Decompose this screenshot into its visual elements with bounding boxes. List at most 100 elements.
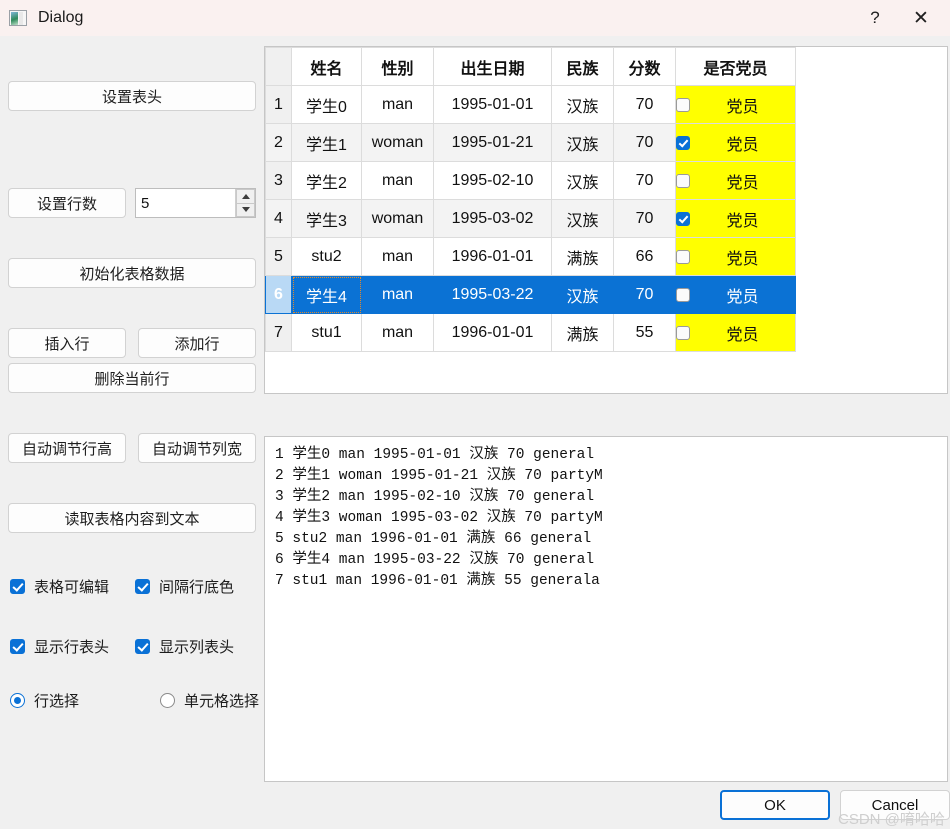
auto-fit-row-height-button[interactable]: 自动调节行高	[8, 433, 126, 463]
table-corner-cell[interactable]	[265, 47, 292, 86]
cell-name[interactable]: 学生0	[291, 85, 362, 124]
cancel-button[interactable]: Cancel	[840, 790, 950, 820]
read-table-to-text-button[interactable]: 读取表格内容到文本	[8, 503, 256, 533]
checkbox-show-column-header[interactable]: 显示列表头	[135, 636, 234, 657]
table-content-textarea[interactable]: 1 学生0 man 1995-01-01 汉族 70 general 2 学生1…	[264, 436, 948, 782]
insert-row-button[interactable]: 插入行	[8, 328, 126, 358]
cell-birth[interactable]: 1995-01-21	[433, 123, 552, 162]
cell-score[interactable]: 70	[613, 199, 676, 238]
column-header-party[interactable]: 是否党员	[675, 47, 796, 86]
cell-name[interactable]: 学生4	[291, 275, 362, 314]
cell-birth[interactable]: 1995-01-01	[433, 85, 552, 124]
student-table-container[interactable]: 姓名 性别 出生日期 民族 分数 是否党员 1 学生0 man 1995-01-01 汉…	[264, 46, 948, 394]
checkbox-icon[interactable]	[10, 579, 25, 594]
column-header-name[interactable]: 姓名	[291, 47, 362, 86]
cell-ethnic[interactable]: 满族	[551, 313, 614, 352]
row-count-value[interactable]: 5	[136, 195, 235, 212]
close-icon[interactable]: ✕	[898, 0, 944, 36]
cell-sex[interactable]: woman	[361, 123, 434, 162]
cell-name[interactable]: 学生3	[291, 199, 362, 238]
column-header-ethnic[interactable]: 民族	[551, 47, 614, 86]
cell-sex[interactable]: man	[361, 313, 434, 352]
cell-ethnic[interactable]: 汉族	[551, 161, 614, 200]
cell-ethnic[interactable]: 汉族	[551, 199, 614, 238]
cell-sex[interactable]: man	[361, 85, 434, 124]
cell-ethnic[interactable]: 汉族	[551, 85, 614, 124]
cell-score[interactable]: 66	[613, 237, 676, 276]
table-row[interactable]: 5 stu2 man 1996-01-01 满族 66 党员	[265, 237, 796, 276]
cell-party[interactable]: 党员	[675, 199, 796, 238]
cell-party[interactable]: 党员	[675, 85, 796, 124]
checkbox-alternating-row-color[interactable]: 间隔行底色	[135, 576, 234, 597]
table-row[interactable]: 6 学生4 man 1995-03-22 汉族 70 党员	[265, 275, 796, 314]
cell-score[interactable]: 70	[613, 123, 676, 162]
append-row-button[interactable]: 添加行	[138, 328, 256, 358]
row-count-stepper[interactable]: 5	[135, 188, 256, 218]
cell-score[interactable]: 70	[613, 161, 676, 200]
ok-button[interactable]: OK	[720, 790, 830, 820]
radio-icon[interactable]	[160, 693, 175, 708]
checkbox-icon[interactable]	[135, 579, 150, 594]
cell-score[interactable]: 70	[613, 85, 676, 124]
cell-score[interactable]: 55	[613, 313, 676, 352]
table-row[interactable]: 2 学生1 woman 1995-01-21 汉族 70 党员	[265, 123, 796, 162]
cell-name[interactable]: stu1	[291, 313, 362, 352]
row-header-cell[interactable]: 3	[265, 161, 292, 200]
stepper-arrows[interactable]	[235, 189, 255, 217]
set-header-button[interactable]: 设置表头	[8, 81, 256, 111]
checkbox-table-editable[interactable]: 表格可编辑	[10, 576, 109, 597]
init-table-data-button[interactable]: 初始化表格数据	[8, 258, 256, 288]
row-header-cell[interactable]: 1	[265, 85, 292, 124]
cell-party[interactable]: 党员	[675, 161, 796, 200]
set-row-count-button[interactable]: 设置行数	[8, 188, 126, 218]
party-checkbox-icon[interactable]	[676, 287, 690, 302]
row-header-cell[interactable]: 7	[265, 313, 292, 352]
checkbox-icon[interactable]	[10, 639, 25, 654]
column-header-score[interactable]: 分数	[613, 47, 676, 86]
table-row[interactable]: 7 stu1 man 1996-01-01 满族 55 党员	[265, 313, 796, 352]
cell-name[interactable]: 学生1	[291, 123, 362, 162]
radio-icon[interactable]	[10, 693, 25, 708]
cell-sex[interactable]: man	[361, 237, 434, 276]
cell-birth[interactable]: 1995-03-22	[433, 275, 552, 314]
delete-current-row-button[interactable]: 删除当前行	[8, 363, 256, 393]
cell-party[interactable]: 党员	[675, 123, 796, 162]
help-button[interactable]: ?	[852, 0, 898, 36]
cell-sex[interactable]: man	[361, 161, 434, 200]
cell-score[interactable]: 70	[613, 275, 676, 314]
party-checkbox-icon[interactable]	[676, 249, 690, 264]
party-checkbox-icon[interactable]	[676, 97, 690, 112]
row-header-cell[interactable]: 4	[265, 199, 292, 238]
column-header-birth[interactable]: 出生日期	[433, 47, 552, 86]
cell-birth[interactable]: 1996-01-01	[433, 313, 552, 352]
cell-sex[interactable]: man	[361, 275, 434, 314]
cell-birth[interactable]: 1995-02-10	[433, 161, 552, 200]
cell-ethnic[interactable]: 汉族	[551, 275, 614, 314]
cell-ethnic[interactable]: 满族	[551, 237, 614, 276]
cell-party[interactable]: 党员	[675, 313, 796, 352]
row-header-cell[interactable]: 2	[265, 123, 292, 162]
party-checkbox-icon[interactable]	[676, 173, 690, 188]
cell-name[interactable]: stu2	[291, 237, 362, 276]
party-checkbox-icon[interactable]	[676, 325, 690, 340]
radio-row-selection[interactable]: 行选择	[10, 690, 79, 711]
table-row[interactable]: 4 学生3 woman 1995-03-02 汉族 70 党员	[265, 199, 796, 238]
row-header-cell[interactable]: 5	[265, 237, 292, 276]
party-checkbox-icon[interactable]	[676, 135, 690, 150]
cell-birth[interactable]: 1995-03-02	[433, 199, 552, 238]
cell-party[interactable]: 党员	[675, 275, 796, 314]
auto-fit-col-width-button[interactable]: 自动调节列宽	[138, 433, 256, 463]
radio-cell-selection[interactable]: 单元格选择	[160, 690, 259, 711]
cell-sex[interactable]: woman	[361, 199, 434, 238]
table-row[interactable]: 3 学生2 man 1995-02-10 汉族 70 党员	[265, 161, 796, 200]
cell-ethnic[interactable]: 汉族	[551, 123, 614, 162]
checkbox-show-row-header[interactable]: 显示行表头	[10, 636, 109, 657]
cell-name[interactable]: 学生2	[291, 161, 362, 200]
checkbox-icon[interactable]	[135, 639, 150, 654]
table-row[interactable]: 1 学生0 man 1995-01-01 汉族 70 党员	[265, 85, 796, 124]
row-header-cell[interactable]: 6	[265, 275, 292, 314]
student-table[interactable]: 姓名 性别 出生日期 民族 分数 是否党员 1 学生0 man 1995-01-01 汉…	[265, 47, 796, 352]
party-checkbox-icon[interactable]	[676, 211, 690, 226]
column-header-sex[interactable]: 性别	[361, 47, 434, 86]
cell-party[interactable]: 党员	[675, 237, 796, 276]
